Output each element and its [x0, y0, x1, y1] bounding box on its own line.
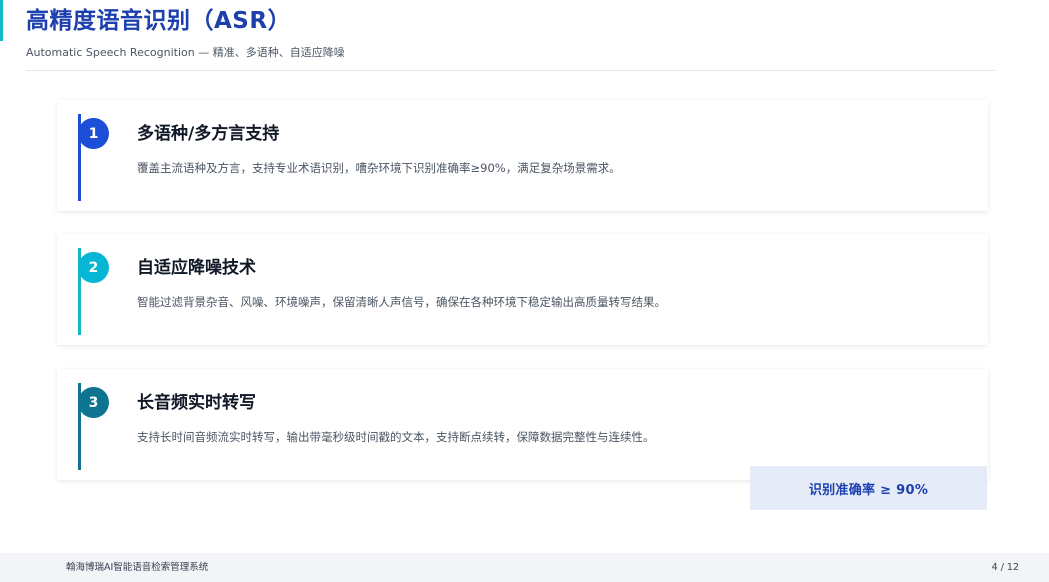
feature-title: 多语种/多方言支持	[137, 124, 280, 144]
feature-card-noise-reduction: 2 自适应降噪技术 智能过滤背景杂音、风噪、环境噪声，保留清晰人声信号，确保在各…	[57, 234, 988, 345]
feature-card-multilingual: 1 多语种/多方言支持 覆盖主流语种及方言，支持专业术语识别，嘈杂环境下识别准确…	[57, 100, 988, 211]
feature-description: 支持长时间音频流实时转写，输出带毫秒级时间戳的文本，支持断点续转，保障数据完整性…	[137, 430, 655, 444]
feature-description: 智能过滤背景杂音、风噪、环境噪声，保留清晰人声信号，确保在各种环境下稳定输出高质…	[137, 295, 666, 309]
slide: 高精度语音识别（ASR） Automatic Speech Recognitio…	[0, 0, 1049, 582]
header-accent-bar	[0, 0, 3, 41]
header-divider	[26, 70, 996, 71]
feature-description: 覆盖主流语种及方言，支持专业术语识别，嘈杂环境下识别准确率≥90%，满足复杂场景…	[137, 161, 621, 175]
feature-title: 自适应降噪技术	[137, 258, 256, 278]
feature-card-realtime-transcription: 3 长音频实时转写 支持长时间音频流实时转写，输出带毫秒级时间戳的文本，支持断点…	[57, 369, 988, 480]
feature-number-badge: 1	[78, 118, 109, 149]
page-indicator: 4 / 12	[991, 562, 1019, 573]
page-title: 高精度语音识别（ASR）	[26, 8, 292, 34]
feature-title: 长音频实时转写	[137, 393, 256, 413]
accuracy-callout-text: 识别准确率 ≥ 90%	[808, 482, 929, 498]
footer-system-name: 翰海博瑞AI智能语音检索管理系统	[66, 562, 209, 573]
feature-number-badge: 2	[78, 252, 109, 283]
feature-number-badge: 3	[78, 387, 109, 418]
footer: 翰海博瑞AI智能语音检索管理系统 4 / 12	[0, 553, 1049, 582]
accuracy-callout: 识别准确率 ≥ 90%	[750, 466, 987, 510]
page-subtitle: Automatic Speech Recognition — 精准、多语种、自适…	[26, 46, 345, 59]
